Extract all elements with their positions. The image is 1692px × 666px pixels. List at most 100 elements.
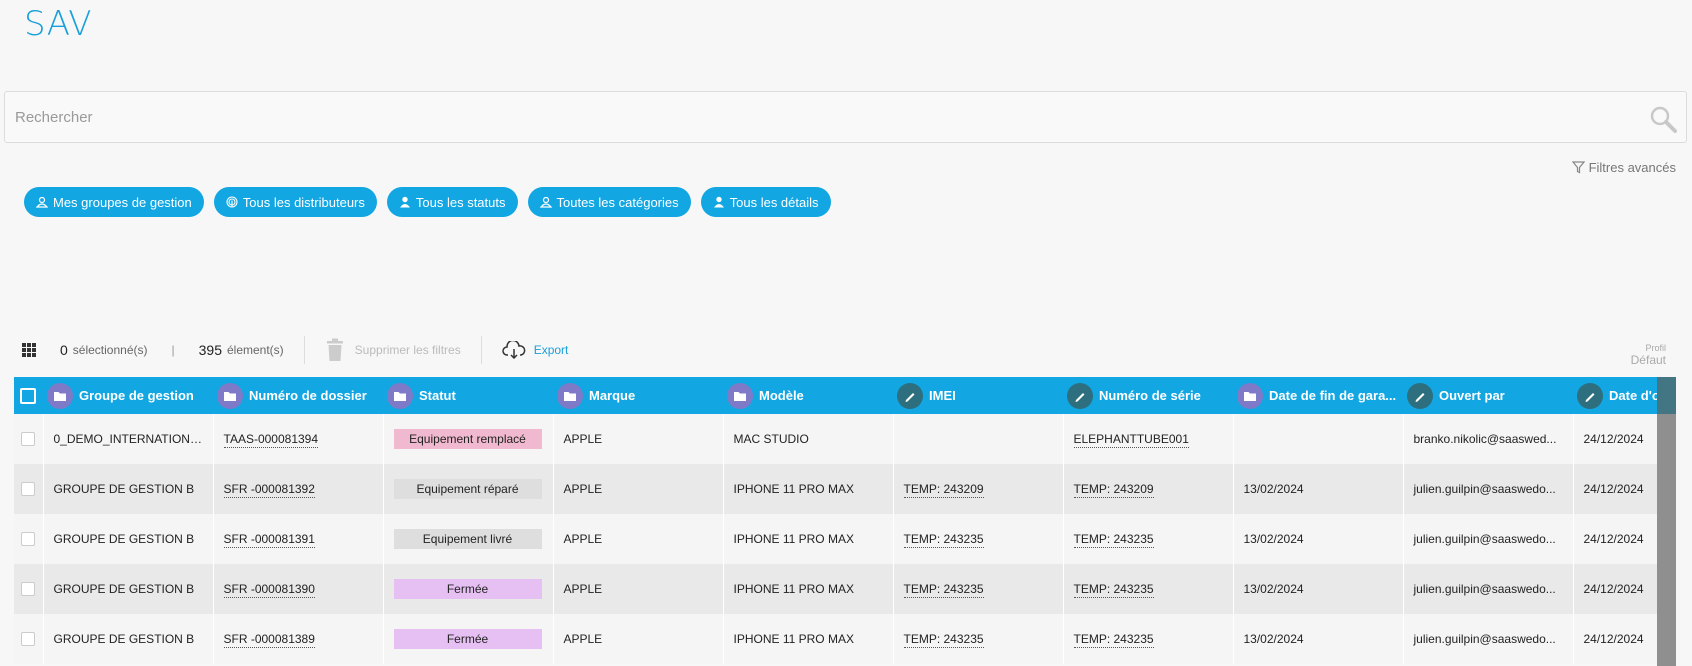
folder-icon xyxy=(217,382,243,409)
chip-label: Tous les détails xyxy=(729,194,819,210)
dossier-link[interactable]: SFR -000081390 xyxy=(223,582,315,598)
folder-icon xyxy=(727,382,753,409)
table-row[interactable]: GROUPE DE GESTION B SFR -000081390 Fermé… xyxy=(14,564,1676,614)
chip-statuts[interactable]: Tous les statuts xyxy=(386,187,518,217)
cell-groupe: GROUPE DE GESTION B xyxy=(43,564,214,614)
table-row[interactable]: GROUPE DE GESTION B SFR -000081391 Equip… xyxy=(14,514,1676,564)
grid-menu-icon[interactable] xyxy=(22,343,36,357)
cell-ouvert-par: julien.guilpin@saaswedo... xyxy=(1403,614,1574,664)
column-header[interactable]: Date de fin de gara... xyxy=(1233,377,1403,414)
chip-label: Tous les distributeurs xyxy=(242,194,365,210)
pen-icon xyxy=(897,382,923,409)
folder-icon xyxy=(557,382,583,409)
cell-modele: IPHONE 11 PRO MAX xyxy=(723,514,894,564)
imei-value[interactable]: TEMP: 243209 xyxy=(903,482,984,498)
chip-label: Toutes les catégories xyxy=(556,194,679,210)
cell-modele: IPHONE 11 PRO MAX xyxy=(723,464,894,514)
row-checkbox[interactable] xyxy=(21,482,36,497)
cell-ouvert-par: branko.nikolic@saaswed... xyxy=(1403,414,1574,464)
dossier-link[interactable]: SFR -000081392 xyxy=(223,482,315,498)
cell-marque: APPLE xyxy=(553,564,724,614)
chip-label: Tous les statuts xyxy=(415,194,506,210)
divider xyxy=(480,336,482,364)
export-button[interactable]: Export xyxy=(501,341,569,359)
imei-value[interactable]: TEMP: 243235 xyxy=(903,632,984,648)
advanced-filters-button[interactable]: Filtres avancés xyxy=(1571,160,1676,175)
search-icon[interactable] xyxy=(1648,104,1678,134)
fingerprint-icon xyxy=(226,196,238,208)
folder-icon xyxy=(47,382,73,409)
serie-value[interactable]: TEMP: 243235 xyxy=(1073,582,1154,598)
dossier-link[interactable]: TAAS-000081394 xyxy=(223,432,319,448)
status-badge: Equipement réparé xyxy=(393,479,542,499)
horizontal-scroll-overlay[interactable] xyxy=(1657,377,1676,666)
cell-marque: APPLE xyxy=(553,514,724,564)
row-checkbox[interactable] xyxy=(21,432,36,447)
search-box xyxy=(4,91,1687,143)
column-header[interactable]: IMEI xyxy=(893,377,1063,414)
cell-groupe: GROUPE DE GESTION B xyxy=(43,514,214,564)
dossier-link[interactable]: SFR -000081391 xyxy=(223,532,315,548)
cell-ouvert-par: julien.guilpin@saaswedo... xyxy=(1403,464,1574,514)
row-checkbox[interactable] xyxy=(21,582,36,597)
status-badge: Fermée xyxy=(393,629,542,649)
chip-categories[interactable]: Toutes les catégories xyxy=(527,187,691,217)
cell-fin-garantie: 13/02/2024 xyxy=(1233,564,1404,614)
column-header[interactable]: Numéro de série xyxy=(1063,377,1233,414)
cell-groupe: GROUPE DE GESTION B xyxy=(43,614,214,664)
toolbar-separator: | xyxy=(171,343,175,357)
folder-icon xyxy=(387,382,413,409)
column-header[interactable]: Ouvert par xyxy=(1403,377,1573,414)
cell-marque: APPLE xyxy=(553,464,724,514)
cell-ouvert-par: julien.guilpin@saaswedo... xyxy=(1403,564,1574,614)
column-header[interactable]: Marque xyxy=(553,377,723,414)
cell-modele: IPHONE 11 PRO MAX xyxy=(723,614,894,664)
cell-modele: MAC STUDIO xyxy=(723,414,894,464)
serie-value[interactable]: ELEPHANTTUBE001 xyxy=(1073,432,1189,448)
cell-groupe: 0_DEMO_INTERNATIONAL xyxy=(43,414,214,464)
cell-fin-garantie: 13/02/2024 xyxy=(1233,464,1404,514)
advanced-filters-label: Filtres avancés xyxy=(1588,160,1676,175)
profile-selector[interactable]: Profil Défaut xyxy=(1631,343,1666,367)
dossier-link[interactable]: SFR -000081389 xyxy=(223,632,315,648)
pen-icon xyxy=(1577,382,1603,409)
table-toolbar: 0 sélectionné(s) | 395 élement(s) Suppri… xyxy=(22,336,568,364)
filter-chips: Mes groupes de gestion Tous les distribu… xyxy=(24,187,831,217)
filter-icon xyxy=(1571,161,1585,174)
total-count: 395 xyxy=(198,342,222,358)
select-all-checkbox[interactable] xyxy=(20,387,36,404)
row-checkbox[interactable] xyxy=(21,532,36,547)
table-header-row: Groupe de gestion Numéro de dossier Stat… xyxy=(14,377,1676,414)
serie-value[interactable]: TEMP: 243235 xyxy=(1073,632,1154,648)
serie-value[interactable]: TEMP: 243209 xyxy=(1073,482,1154,498)
clear-filters-label: Supprimer les filtres xyxy=(354,343,461,357)
status-badge: Fermée xyxy=(393,579,542,599)
chip-label: Mes groupes de gestion xyxy=(53,194,192,210)
cell-ouvert-par: julien.guilpin@saaswedo... xyxy=(1403,514,1574,564)
column-header[interactable]: Modèle xyxy=(723,377,893,414)
table-row[interactable]: GROUPE DE GESTION B SFR -000081389 Fermé… xyxy=(14,614,1676,664)
cell-fin-garantie xyxy=(1233,414,1404,464)
clear-filters-button[interactable]: Supprimer les filtres xyxy=(325,338,461,362)
chip-groupes-gestion[interactable]: Mes groupes de gestion xyxy=(24,187,204,217)
chip-distributeurs[interactable]: Tous les distributeurs xyxy=(213,187,377,217)
pen-icon xyxy=(1407,382,1433,409)
column-header[interactable]: Numéro de dossier xyxy=(213,377,383,414)
cloud-download-icon xyxy=(501,341,526,359)
table-row[interactable]: 0_DEMO_INTERNATIONAL TAAS-000081394 Equi… xyxy=(14,414,1676,464)
column-header[interactable]: Groupe de gestion xyxy=(43,377,213,414)
imei-value[interactable]: TEMP: 243235 xyxy=(903,532,984,548)
imei-value[interactable]: TEMP: 243235 xyxy=(903,582,984,598)
row-checkbox[interactable] xyxy=(21,632,36,647)
page-title: SAV xyxy=(24,4,93,44)
cell-marque: APPLE xyxy=(553,614,724,664)
export-label: Export xyxy=(533,343,569,357)
chip-details[interactable]: Tous les détails xyxy=(700,187,831,217)
search-input[interactable] xyxy=(5,92,1605,142)
column-header[interactable]: Statut xyxy=(383,377,553,414)
trash-icon xyxy=(326,338,343,361)
user-outline-icon xyxy=(36,196,48,208)
table-row[interactable]: GROUPE DE GESTION B SFR -000081392 Equip… xyxy=(14,464,1676,514)
cell-marque: APPLE xyxy=(553,414,724,464)
serie-value[interactable]: TEMP: 243235 xyxy=(1073,532,1154,548)
